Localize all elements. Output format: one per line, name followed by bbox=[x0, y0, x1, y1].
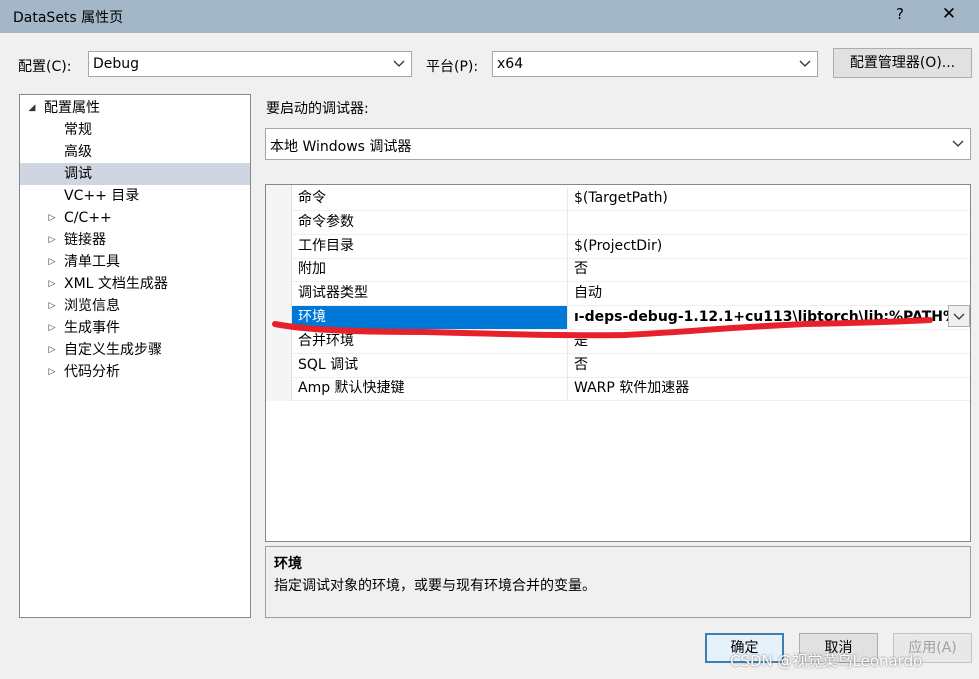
property-value[interactable]: $(TargetPath) bbox=[568, 187, 970, 210]
tree-item[interactable]: ▷ 生成事件 bbox=[20, 317, 250, 339]
config-select-value: Debug bbox=[93, 56, 140, 72]
property-row[interactable]: 调试器类型 自动 bbox=[292, 282, 970, 307]
property-name: 环境 bbox=[292, 306, 568, 329]
property-row[interactable]: SQL 调试否 bbox=[292, 353, 970, 378]
description-panel: 环境 指定调试对象的环境，或要与现有环境合并的变量。 bbox=[265, 546, 971, 618]
platform-label: 平台(P): bbox=[426, 59, 479, 75]
tree-item-label: 自定义生成步骤 bbox=[64, 342, 162, 358]
config-label: 配置(C): bbox=[18, 59, 72, 75]
property-value[interactable]: $(ProjectDir) bbox=[568, 235, 970, 258]
window-title: DataSets 属性页 bbox=[13, 10, 124, 26]
expand-triangle-icon[interactable]: ▷ bbox=[46, 317, 58, 339]
property-name: 命令 bbox=[292, 187, 568, 210]
title-bar: DataSets 属性页 ? ✕ bbox=[0, 0, 979, 33]
property-row[interactable]: Amp 默认快捷键 WARP 软件加速器 bbox=[292, 377, 970, 402]
tree-item[interactable]: 高级 bbox=[20, 141, 250, 163]
property-row[interactable]: 环境 ı-deps-debug-1.12.1+cu113\libtorch\lib… bbox=[292, 306, 970, 330]
tree-item[interactable]: ▷ 清单工具 bbox=[20, 251, 250, 273]
property-grid[interactable]: 命令 $(TargetPath) 命令参数 工作目录 $(ProjectDir) 附加否调… bbox=[265, 184, 971, 542]
expand-triangle-icon[interactable]: ▷ bbox=[46, 273, 58, 295]
property-row[interactable]: 命令 $(TargetPath) bbox=[292, 187, 970, 211]
description-text: 指定调试对象的环境，或要与现有环境合并的变量。 bbox=[274, 578, 596, 594]
property-value[interactable]: 是 bbox=[568, 330, 970, 353]
tree-item-label: 调试 bbox=[64, 166, 92, 182]
tree-item-root[interactable]: ◢ 配置属性 bbox=[20, 97, 250, 119]
description-title: 环境 bbox=[274, 556, 302, 572]
watermark: CSDN @视觉菜鸟Leonardo bbox=[730, 652, 923, 670]
config-select[interactable]: Debug bbox=[88, 51, 412, 77]
tree-item-label: 常规 bbox=[64, 122, 92, 138]
property-value[interactable]: ı-deps-debug-1.12.1+cu113\libtorch\lib;%… bbox=[568, 306, 970, 329]
property-name: 命令参数 bbox=[292, 210, 568, 234]
property-name: 合并环境 bbox=[292, 329, 568, 353]
tree-item-label: 浏览信息 bbox=[64, 298, 120, 314]
expand-triangle-icon[interactable]: ▷ bbox=[46, 295, 58, 317]
tree-item[interactable]: VC++ 目录 bbox=[20, 185, 250, 207]
platform-select[interactable]: x64 bbox=[492, 51, 818, 77]
property-value[interactable] bbox=[568, 211, 970, 234]
property-row[interactable]: 附加否 bbox=[292, 258, 970, 283]
tree-item[interactable]: 常规 bbox=[20, 119, 250, 141]
property-value[interactable]: 否 bbox=[568, 354, 970, 377]
expand-triangle-icon[interactable]: ▷ bbox=[46, 229, 58, 251]
help-button[interactable]: ? bbox=[890, 5, 910, 23]
config-manager-button[interactable]: 配置管理器(O)... bbox=[833, 48, 972, 78]
tree-item-label: VC++ 目录 bbox=[64, 188, 140, 204]
tree-item[interactable]: ▷ 浏览信息 bbox=[20, 295, 250, 317]
value-dropdown-button[interactable] bbox=[948, 305, 970, 327]
tree-item-label: 清单工具 bbox=[64, 254, 120, 270]
expand-triangle-icon[interactable]: ▷ bbox=[46, 207, 58, 229]
tree-item-label: 链接器 bbox=[64, 232, 106, 248]
tree-item-label: C/C++ bbox=[64, 210, 112, 226]
tree-item[interactable]: ▷ C/C++ bbox=[20, 207, 250, 229]
property-value[interactable]: 自动 bbox=[568, 282, 970, 305]
grid-gutter bbox=[266, 185, 292, 401]
tree-item[interactable]: 调试 bbox=[20, 163, 250, 185]
property-tree[interactable]: ◢ 配置属性 常规高级调试 VC++ 目录 ▷ C/C++ ▷ 链接器 ▷ 清单工具 ▷ XML … bbox=[19, 94, 251, 618]
expand-triangle-icon[interactable]: ▷ bbox=[46, 361, 58, 383]
chevron-down-icon bbox=[393, 60, 405, 67]
tree-item[interactable]: ▷ 链接器 bbox=[20, 229, 250, 251]
property-row[interactable]: 工作目录 $(ProjectDir) bbox=[292, 234, 970, 259]
property-name: 附加 bbox=[292, 258, 568, 282]
property-value[interactable]: 否 bbox=[568, 258, 970, 281]
chevron-down-icon bbox=[952, 140, 964, 147]
property-row[interactable]: 合并环境是 bbox=[292, 329, 970, 354]
tree-item-label: 高级 bbox=[64, 144, 92, 160]
tree-item[interactable]: ▷ 代码分析 bbox=[20, 361, 250, 383]
tree-item[interactable]: ▷ XML 文档生成器 bbox=[20, 273, 250, 295]
platform-select-value: x64 bbox=[497, 56, 524, 72]
tree-item-label: 代码分析 bbox=[64, 364, 120, 380]
debugger-select[interactable]: 本地 Windows 调试器 bbox=[265, 128, 971, 160]
property-name: 工作目录 bbox=[292, 234, 568, 258]
expanded-triangle-icon[interactable]: ◢ bbox=[26, 97, 38, 119]
close-button[interactable]: ✕ bbox=[937, 4, 961, 24]
chevron-down-icon bbox=[799, 60, 811, 67]
debugger-select-value: 本地 Windows 调试器 bbox=[270, 139, 412, 155]
tree-item-label: XML 文档生成器 bbox=[64, 276, 168, 292]
property-name: SQL 调试 bbox=[292, 353, 568, 377]
tree-item-label: 配置属性 bbox=[44, 100, 100, 116]
debugger-label: 要启动的调试器: bbox=[266, 101, 369, 117]
property-name: 调试器类型 bbox=[292, 282, 568, 306]
expand-triangle-icon[interactable]: ▷ bbox=[46, 251, 58, 273]
chevron-down-icon bbox=[953, 313, 965, 320]
property-row[interactable]: 命令参数 bbox=[292, 210, 970, 235]
property-name: Amp 默认快捷键 bbox=[292, 377, 568, 401]
tree-item-label: 生成事件 bbox=[64, 320, 120, 336]
tree-item[interactable]: ▷ 自定义生成步骤 bbox=[20, 339, 250, 361]
property-value[interactable]: WARP 软件加速器 bbox=[568, 377, 970, 400]
expand-triangle-icon[interactable]: ▷ bbox=[46, 339, 58, 361]
